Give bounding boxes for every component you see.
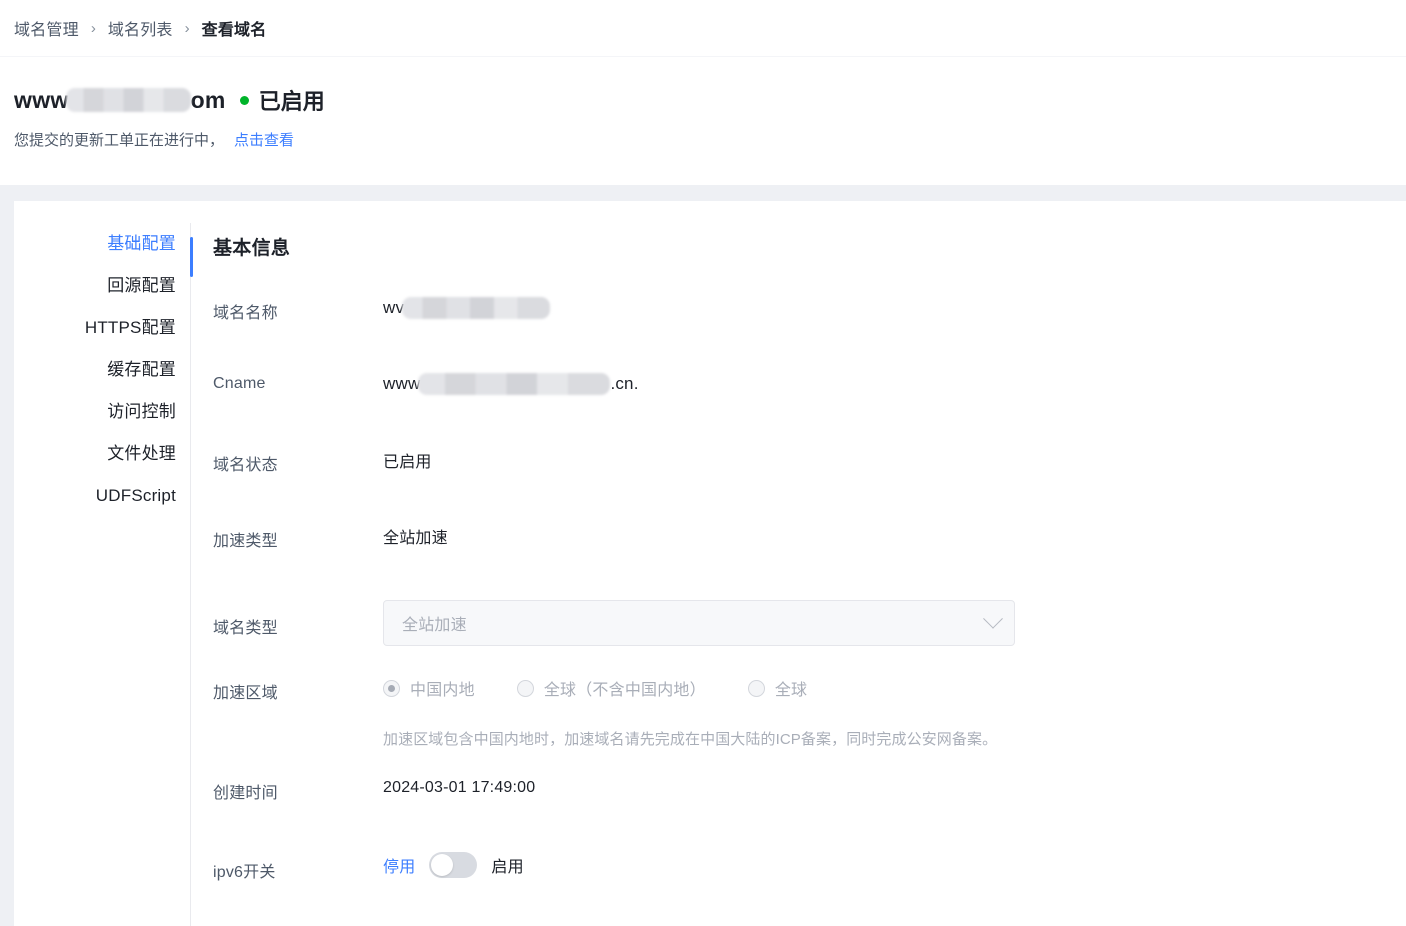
ipv6-on-label[interactable]: 启用 bbox=[491, 853, 523, 877]
field-label: 加速区域 bbox=[213, 685, 278, 702]
field-value: 2024-03-01 17:49:00 bbox=[383, 779, 536, 796]
page-background: 基础配置 回源配置 HTTPS配置 缓存配置 访问控制 文件处理 UDFScri… bbox=[0, 185, 1406, 926]
field-value: 中国内地 全球（不含中国内地） 全球 bbox=[383, 676, 1406, 700]
radio-mark-icon bbox=[383, 679, 400, 697]
field-ipv6-switch: ipv6开关 停用 启用 bbox=[213, 852, 1406, 926]
title-row: www om 已启用 bbox=[14, 85, 1406, 115]
sidebar-divider bbox=[190, 223, 193, 926]
radio-label: 全球 bbox=[774, 682, 808, 699]
status-badge: 已启用 bbox=[258, 89, 325, 114]
content-card: 基础配置 回源配置 HTTPS配置 缓存配置 访问控制 文件处理 UDFScri… bbox=[14, 201, 1406, 926]
field-label: Cname bbox=[213, 375, 266, 392]
field-value: 已启用 bbox=[383, 454, 432, 471]
radio-label: 中国内地 bbox=[410, 682, 475, 699]
redacted-domain-block bbox=[65, 88, 191, 112]
ipv6-switch-wrap: 停用 启用 bbox=[383, 852, 524, 878]
config-sidebar: 基础配置 回源配置 HTTPS配置 缓存配置 访问控制 文件处理 UDFScri… bbox=[14, 223, 190, 926]
sidebar-item-udfscript[interactable]: UDFScript bbox=[96, 475, 176, 517]
field-value: 停用 启用 bbox=[383, 852, 1406, 878]
sidebar-item-access-control[interactable]: 访问控制 bbox=[107, 391, 176, 433]
ipv6-off-label[interactable]: 停用 bbox=[383, 853, 415, 877]
field-label: 域名类型 bbox=[213, 620, 278, 637]
breadcrumb-item-domain-management[interactable]: 域名管理 bbox=[14, 16, 79, 40]
breadcrumb-separator-icon: › bbox=[90, 19, 96, 37]
notice-view-link[interactable]: 点击查看 bbox=[234, 129, 294, 150]
status-dot-icon bbox=[239, 95, 249, 105]
page-header: www om 已启用 您提交的更新工单正在进行中， 点击查看 bbox=[0, 57, 1406, 185]
domain-type-select[interactable]: 全站加速 bbox=[383, 600, 1015, 646]
field-accel-region: 加速区域 中国内地 全球（不含中国内地） 全球 bbox=[213, 676, 1406, 726]
sidebar-active-indicator bbox=[190, 237, 193, 277]
notice-bar: 您提交的更新工单正在进行中， 点击查看 bbox=[14, 129, 1406, 150]
ipv6-toggle[interactable] bbox=[429, 852, 478, 878]
sidebar-item-file-processing[interactable]: 文件处理 bbox=[107, 433, 176, 475]
sidebar-item-https-config[interactable]: HTTPS配置 bbox=[85, 307, 176, 349]
breadcrumb-item-domain-list[interactable]: 域名列表 bbox=[108, 16, 173, 40]
domain-suffix: om bbox=[190, 86, 226, 113]
toggle-knob bbox=[431, 854, 454, 876]
sidebar-item-origin-config[interactable]: 回源配置 bbox=[107, 265, 176, 307]
field-value: wv bbox=[383, 296, 1406, 320]
radio-mark-icon bbox=[747, 679, 765, 697]
domain-prefix: www bbox=[14, 86, 69, 113]
radio-mark-icon bbox=[516, 679, 534, 697]
field-label: 域名状态 bbox=[213, 457, 278, 474]
basic-info-panel: 基本信息 域名名称 wv Cname www .cn. 域名状态 已启用 加速类… bbox=[191, 223, 1406, 926]
redacted-domain-name-block bbox=[402, 297, 551, 319]
redacted-cname-block bbox=[418, 373, 611, 395]
accel-region-helper-text: 加速区域包含中国内地时，加速域名请先完成在中国大陆的ICP备案，同时完成公安网备… bbox=[383, 731, 998, 748]
field-value: www .cn. bbox=[383, 372, 1406, 396]
breadcrumb-separator-icon: › bbox=[184, 19, 190, 37]
section-title: 基本信息 bbox=[213, 238, 291, 259]
cname-prefix: www bbox=[383, 374, 421, 393]
cname-suffix: .cn. bbox=[610, 374, 639, 393]
field-domain-type: 域名类型 全站加速 bbox=[213, 600, 1406, 676]
sidebar-item-cache-config[interactable]: 缓存配置 bbox=[107, 349, 176, 391]
field-domain-status: 域名状态 已启用 bbox=[213, 448, 1406, 524]
field-value: 全站加速 bbox=[383, 600, 1406, 646]
chevron-down-icon bbox=[983, 608, 1003, 629]
field-domain-name: 域名名称 wv bbox=[213, 296, 1406, 372]
radio-label: 全球（不含中国内地） bbox=[543, 682, 706, 699]
field-accel-type: 加速类型 全站加速 bbox=[213, 524, 1406, 600]
field-label: 创建时间 bbox=[213, 785, 278, 802]
accel-region-radio-group: 中国内地 全球（不含中国内地） 全球 bbox=[383, 676, 849, 700]
helper-spacer bbox=[213, 726, 383, 776]
domain-type-selected-value: 全站加速 bbox=[402, 617, 467, 634]
breadcrumb-item-view-domain: 查看域名 bbox=[201, 22, 267, 39]
domain-name-prefix: wv bbox=[383, 298, 405, 317]
breadcrumb: 域名管理 › 域名列表 › 查看域名 bbox=[0, 0, 1406, 57]
field-label: 加速类型 bbox=[213, 533, 278, 550]
notice-text: 您提交的更新工单正在进行中， bbox=[14, 132, 225, 149]
sidebar-item-basic-config[interactable]: 基础配置 bbox=[107, 223, 176, 265]
field-label: 域名名称 bbox=[213, 305, 278, 322]
field-label: ipv6开关 bbox=[213, 864, 276, 881]
field-value: 全站加速 bbox=[383, 530, 448, 547]
radio-accel-region-global[interactable]: 全球 bbox=[747, 676, 808, 700]
radio-accel-region-mainland[interactable]: 中国内地 bbox=[383, 676, 475, 700]
field-cname: Cname www .cn. bbox=[213, 372, 1406, 448]
radio-accel-region-global-excl-mainland[interactable]: 全球（不含中国内地） bbox=[516, 676, 706, 700]
page-title: www om bbox=[14, 87, 226, 114]
accel-region-helper-row: 加速区域包含中国内地时，加速域名请先完成在中国大陆的ICP备案，同时完成公安网备… bbox=[213, 726, 1406, 776]
field-create-time: 创建时间 2024-03-01 17:49:00 bbox=[213, 776, 1406, 852]
